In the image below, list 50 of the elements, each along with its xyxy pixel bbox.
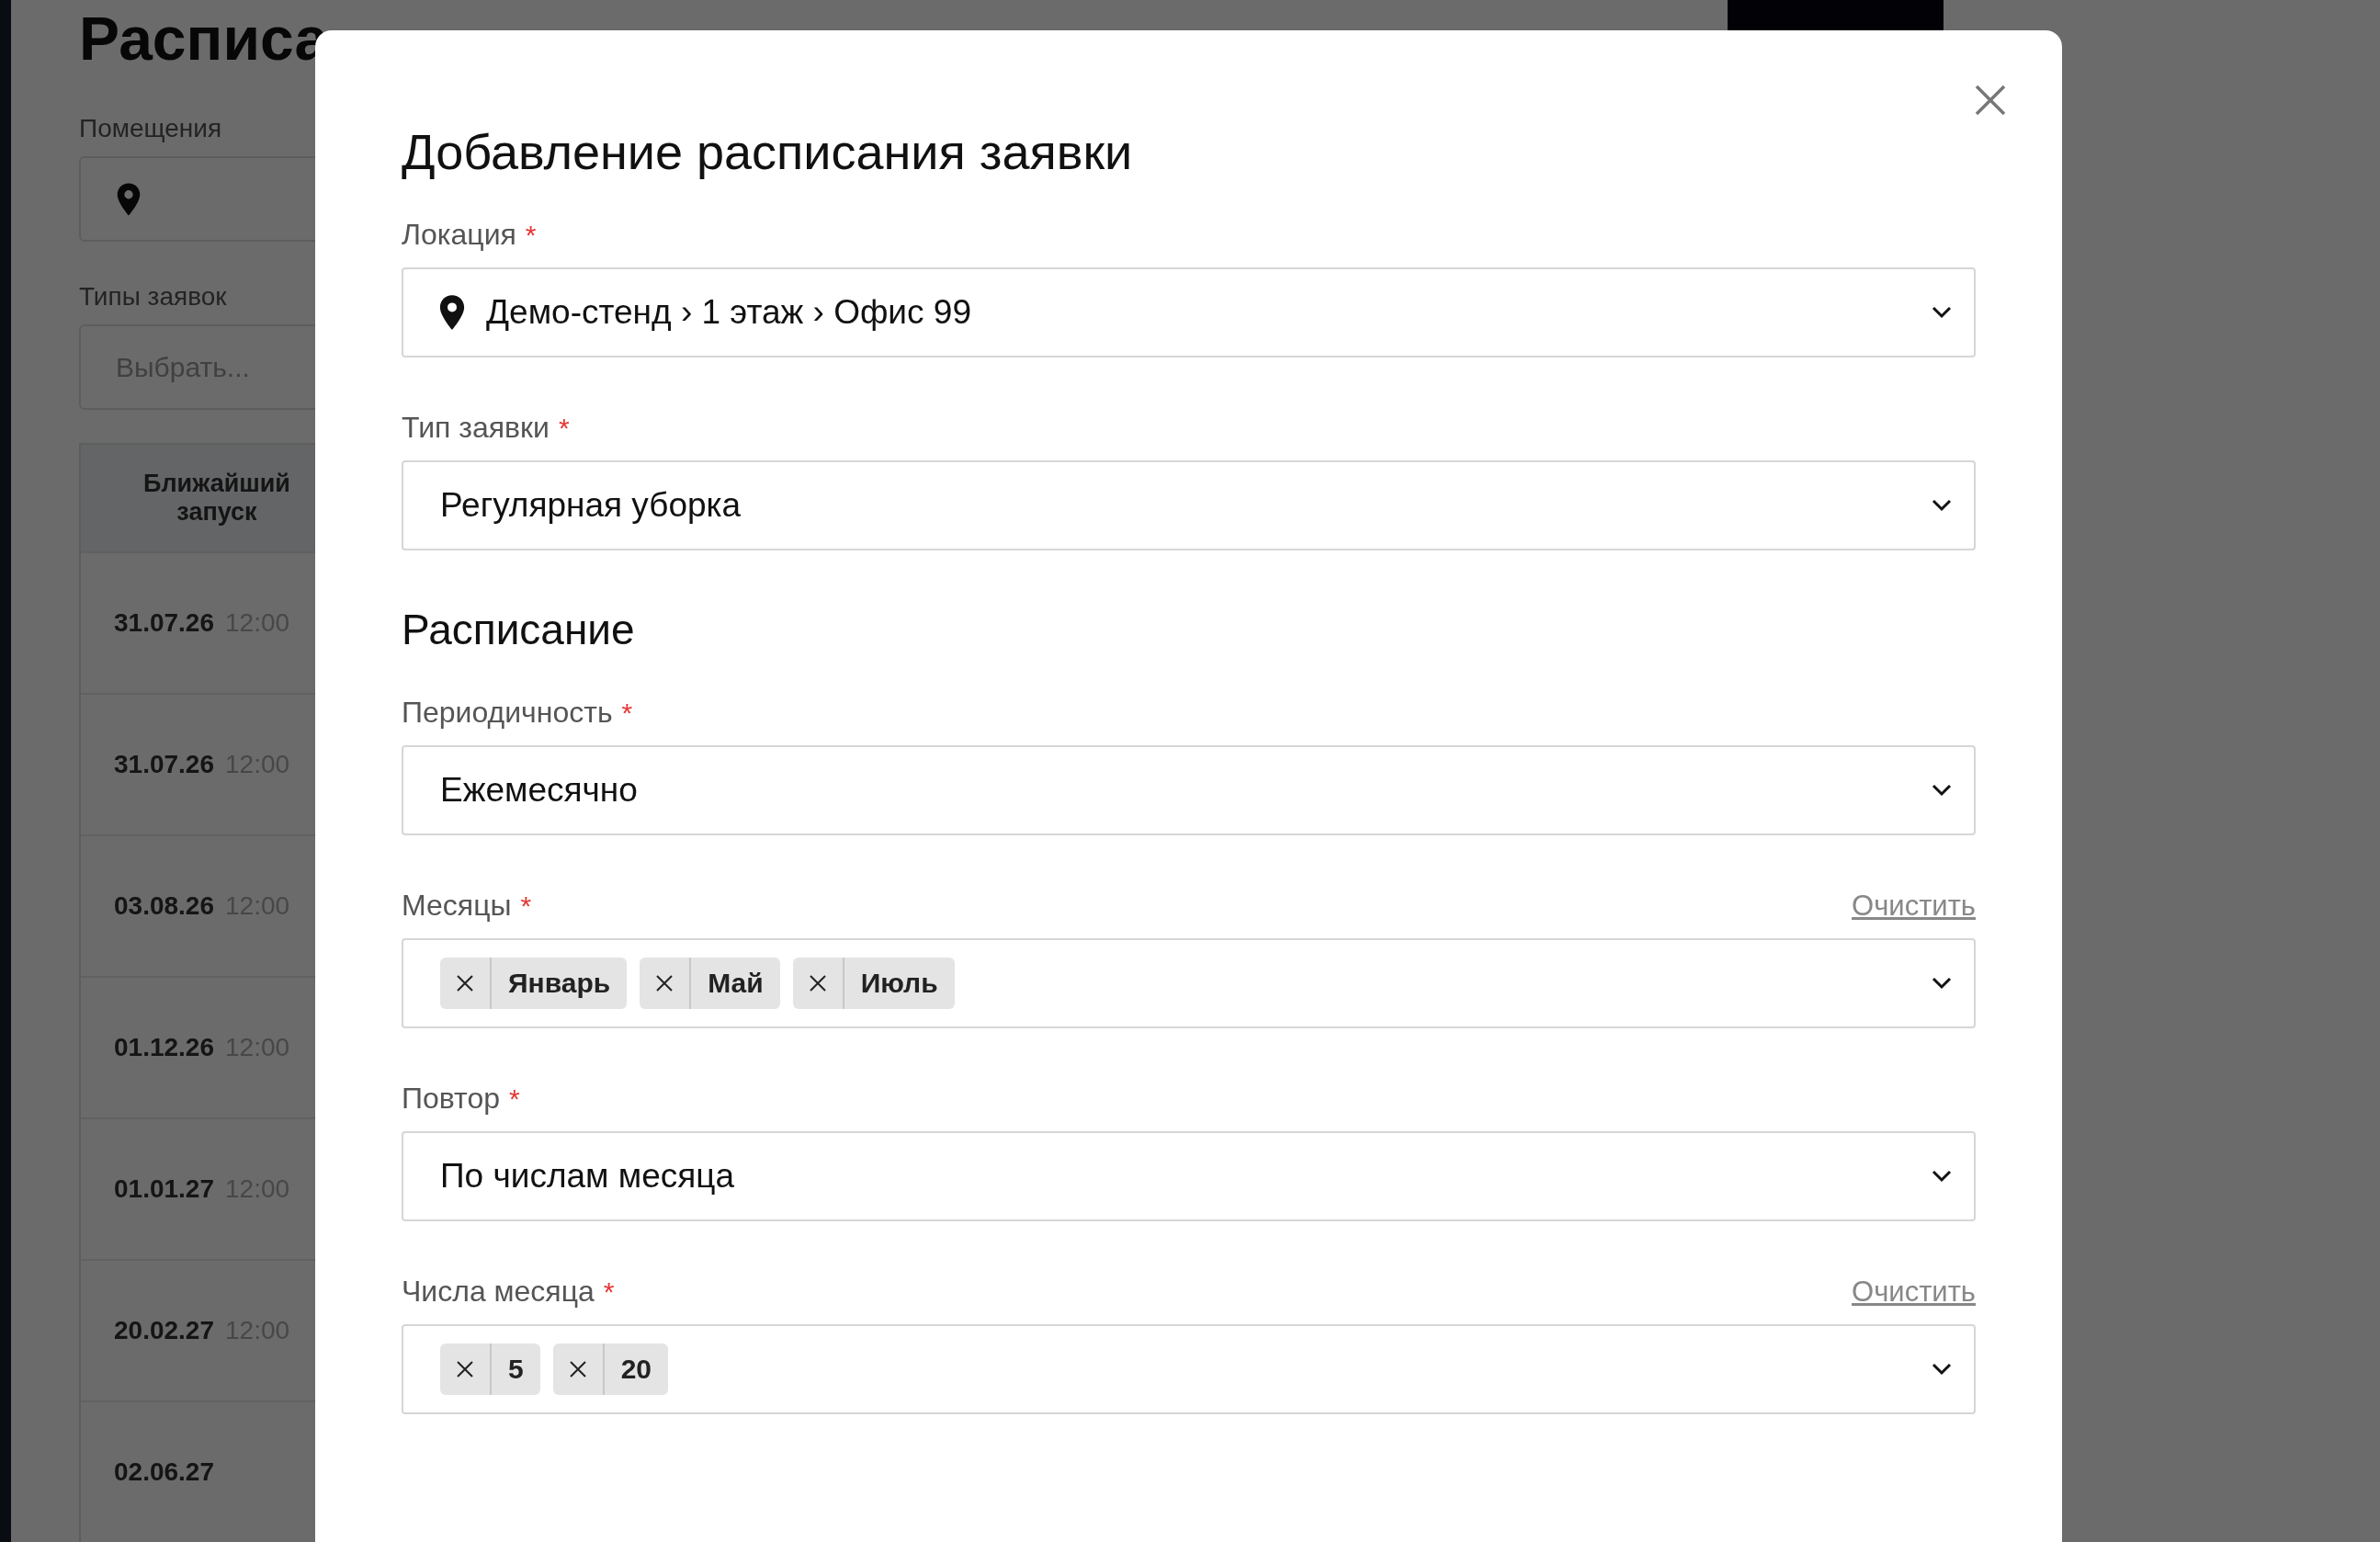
- tag-label: Июль: [859, 968, 939, 999]
- select-field[interactable]: По числам месяца: [402, 1131, 1976, 1221]
- select-value: Ежемесячно: [440, 771, 639, 810]
- select-field[interactable]: Ежемесячно: [402, 745, 1976, 835]
- select-value: По числам месяца: [440, 1157, 736, 1196]
- date-cell: 20.02.27: [114, 1316, 214, 1345]
- chevron-down-icon: [1932, 306, 1952, 319]
- field-label: Тип заявки: [402, 411, 550, 445]
- chevron-down-icon: [1932, 977, 1952, 990]
- field-label: Периодичность: [402, 696, 613, 730]
- chevron-down-icon: [1932, 499, 1952, 512]
- select-field[interactable]: Январь Май Июль: [402, 938, 1976, 1028]
- field-label: Локация: [402, 218, 516, 252]
- page-title: Расписа: [79, 4, 330, 74]
- date-cell: 03.08.26: [114, 891, 214, 921]
- required-mark: *: [525, 220, 537, 251]
- required-mark: *: [603, 1276, 615, 1308]
- field-label: Числа месяца: [402, 1275, 595, 1309]
- date-cell: 02.06.27: [114, 1457, 214, 1487]
- field-label: Типы заявок: [79, 282, 228, 312]
- section-heading: Расписание: [402, 605, 636, 655]
- chevron-down-icon: [1932, 1363, 1952, 1376]
- tag-label: 20: [619, 1354, 653, 1385]
- dialog-title: Добавление расписания заявки: [402, 123, 1134, 181]
- select-field[interactable]: Демо-стенд › 1 этаж › Офис 99: [402, 267, 1976, 357]
- select-value: Регулярная уборка: [440, 486, 742, 525]
- date-cell: 01.12.26: [114, 1033, 214, 1062]
- select-field[interactable]: 5 20: [402, 1324, 1976, 1414]
- field-label: Повтор: [402, 1082, 500, 1116]
- tag-label: Май: [707, 968, 765, 999]
- required-mark: *: [520, 890, 532, 922]
- clear-link[interactable]: Очистить: [1852, 1276, 1976, 1309]
- close-icon[interactable]: [1974, 84, 2007, 117]
- date-cell: 01.01.27: [114, 1174, 214, 1204]
- required-mark: *: [621, 697, 633, 729]
- location-pin-icon: [116, 181, 142, 217]
- tag-label: 5: [507, 1354, 525, 1385]
- select-value: Демо-стенд › 1 этаж › Офис 99: [486, 293, 972, 332]
- chevron-down-icon: [1932, 1170, 1952, 1183]
- date-cell: 31.07.26: [114, 608, 214, 638]
- date-cell: 31.07.26: [114, 750, 214, 779]
- location-pin-icon: [438, 294, 466, 331]
- chevron-down-icon: [1932, 784, 1952, 797]
- tag-label: Январь: [507, 968, 612, 999]
- required-mark: *: [558, 413, 570, 444]
- required-mark: *: [509, 1083, 520, 1115]
- field-label: Помещения: [79, 114, 223, 143]
- field-label: Месяцы: [402, 889, 512, 923]
- clear-link[interactable]: Очистить: [1852, 890, 1976, 923]
- select-field[interactable]: Регулярная уборка: [402, 460, 1976, 550]
